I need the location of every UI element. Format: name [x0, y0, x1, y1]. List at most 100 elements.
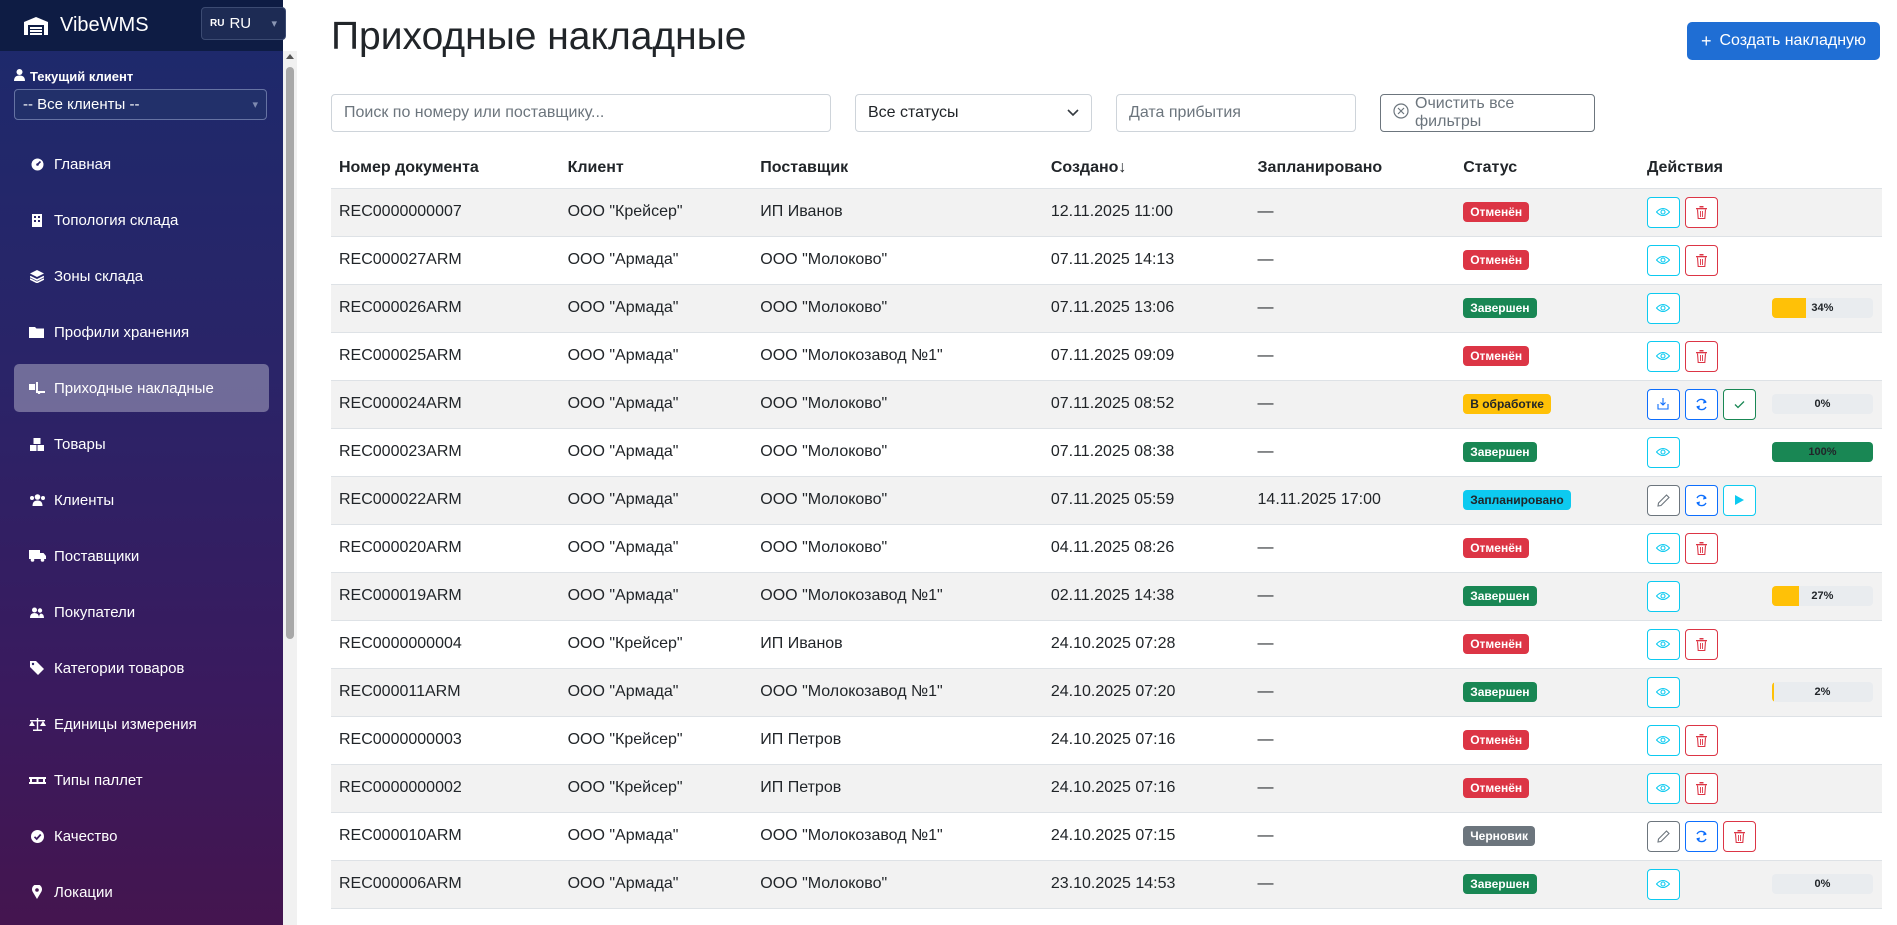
- view-button[interactable]: [1646, 340, 1680, 372]
- cell-status: Отменён: [1455, 236, 1639, 285]
- table-row[interactable]: REC0000000002 ООО "Крейсер" ИП Петров 24.10…: [331, 764, 1882, 813]
- view-button[interactable]: [1646, 868, 1680, 900]
- progress-bar: 2%: [1771, 682, 1873, 702]
- sidebar-item-5[interactable]: Товары: [14, 420, 269, 468]
- sidebar-item-11[interactable]: Типы паллет: [14, 756, 269, 804]
- cell-created: 24.10.2025 07:16: [1042, 716, 1250, 765]
- building-icon: [28, 213, 46, 227]
- cell-client: ООО "Крейсер": [559, 716, 753, 765]
- view-button[interactable]: [1646, 244, 1680, 276]
- cell-status: Отменён: [1455, 188, 1639, 237]
- table-row[interactable]: REC0000000004 ООО "Крейсер" ИП Иванов 24.10…: [331, 620, 1882, 669]
- sidebar-item-7[interactable]: Поставщики: [14, 532, 269, 580]
- status-filter-select[interactable]: Все статусы: [855, 94, 1092, 132]
- delete-button[interactable]: [1684, 628, 1718, 660]
- view-button[interactable]: [1646, 676, 1680, 708]
- table-row[interactable]: REC000011ARM ООО "Армада" ООО "Молокозавод…: [331, 668, 1882, 717]
- clear-filters-button[interactable]: Очистить все фильтры: [1380, 94, 1595, 132]
- cell-number: REC000026ARM: [331, 284, 560, 333]
- cell-created: 07.11.2025 13:06: [1042, 284, 1250, 333]
- cell-actions: [1638, 524, 1764, 573]
- sync-button[interactable]: [1684, 820, 1718, 852]
- sidebar-item-6[interactable]: Клиенты: [14, 476, 269, 524]
- col-header-client[interactable]: Клиент: [559, 148, 753, 189]
- sync-button[interactable]: [1684, 388, 1718, 420]
- table-row[interactable]: REC0000000007 ООО "Крейсер" ИП Иванов 12.11…: [331, 188, 1882, 237]
- cell-number: REC000011ARM: [331, 668, 560, 717]
- table-row[interactable]: REC000022ARM ООО "Армада" ООО "Молоково" 07…: [331, 476, 1882, 525]
- boxes-icon: [28, 437, 46, 451]
- delete-button[interactable]: [1684, 772, 1718, 804]
- view-button[interactable]: [1646, 772, 1680, 804]
- col-header-planned[interactable]: Запланировано: [1249, 148, 1456, 189]
- status-badge: Завершен: [1463, 586, 1537, 606]
- sidebar-item-4[interactable]: Приходные накладные: [14, 364, 269, 412]
- scrollbar-thumb[interactable]: [286, 67, 294, 639]
- edit-button[interactable]: [1646, 484, 1680, 516]
- cell-number: REC0000000007: [331, 188, 560, 237]
- table-row[interactable]: REC000020ARM ООО "Армада" ООО "Молоково" 04…: [331, 524, 1882, 573]
- col-header-status[interactable]: Статус: [1455, 148, 1639, 189]
- delete-button[interactable]: [1684, 244, 1718, 276]
- confirm-button[interactable]: [1722, 388, 1756, 420]
- delete-button[interactable]: [1684, 196, 1718, 228]
- receive-button[interactable]: [1646, 388, 1680, 420]
- view-button[interactable]: [1646, 628, 1680, 660]
- sidebar-item-8[interactable]: Покупатели: [14, 588, 269, 636]
- sidebar-item-9[interactable]: Категории товаров: [14, 644, 269, 692]
- cell-supplier: ООО "Молоково": [752, 860, 1043, 909]
- search-input[interactable]: Поиск по номеру или поставщику...: [331, 94, 831, 132]
- arrival-date-input[interactable]: Дата прибытия: [1116, 94, 1356, 132]
- create-receipt-button[interactable]: + Создать накладную: [1687, 22, 1880, 60]
- table-row[interactable]: REC000024ARM ООО "Армада" ООО "Молоково" 07…: [331, 380, 1882, 429]
- table-row[interactable]: REC0000000003 ООО "Крейсер" ИП Петров 24.10…: [331, 716, 1882, 765]
- cell-created: 07.11.2025 09:09: [1042, 332, 1250, 381]
- col-header-supplier[interactable]: Поставщик: [752, 148, 1043, 189]
- col-header-number[interactable]: Номер документа: [331, 148, 560, 189]
- plus-icon: +: [1700, 30, 1712, 51]
- sidebar-item-label: Категории товаров: [54, 659, 185, 677]
- sidebar-scrollbar[interactable]: [283, 51, 297, 925]
- view-button[interactable]: [1646, 196, 1680, 228]
- view-button[interactable]: [1646, 724, 1680, 756]
- language-select[interactable]: RU RU ▾: [201, 7, 286, 40]
- table-row[interactable]: REC000006ARM ООО "Армада" ООО "Молоково" 23…: [331, 860, 1882, 909]
- table-row[interactable]: REC000010ARM ООО "Армада" ООО "Молокозавод…: [331, 812, 1882, 861]
- table-row[interactable]: REC000026ARM ООО "Армада" ООО "Молоково" 07…: [331, 284, 1882, 333]
- cell-number: REC000027ARM: [331, 236, 560, 285]
- row-actions: [1646, 484, 1756, 516]
- scroll-up-arrow-icon[interactable]: [286, 54, 294, 59]
- start-button[interactable]: [1722, 484, 1756, 516]
- sidebar-item-13[interactable]: Локации: [14, 868, 269, 916]
- play-icon: [1734, 495, 1744, 505]
- table-row[interactable]: REC000019ARM ООО "Армада" ООО "Молокозавод…: [331, 572, 1882, 621]
- trash-icon: [1695, 253, 1707, 267]
- table-row[interactable]: REC000025ARM ООО "Армада" ООО "Молокозавод…: [331, 332, 1882, 381]
- table-header-row: Номер документа Клиент Поставщик Создано…: [331, 148, 1882, 189]
- table-row[interactable]: REC000023ARM ООО "Армада" ООО "Молоково" 07…: [331, 428, 1882, 477]
- view-button[interactable]: [1646, 532, 1680, 564]
- delete-button[interactable]: [1684, 340, 1718, 372]
- view-button[interactable]: [1646, 292, 1680, 324]
- sync-button[interactable]: [1684, 484, 1718, 516]
- sidebar-item-2[interactable]: Зоны склада: [14, 252, 269, 300]
- view-button[interactable]: [1646, 436, 1680, 468]
- delete-button[interactable]: [1684, 724, 1718, 756]
- table-row[interactable]: REC000027ARM ООО "Армада" ООО "Молоково" 07…: [331, 236, 1882, 285]
- view-button[interactable]: [1646, 580, 1680, 612]
- client-select[interactable]: -- Все клиенты -- ▾: [14, 89, 267, 120]
- cell-supplier: ООО "Молокозавод №1": [752, 332, 1043, 381]
- row-actions: [1646, 292, 1756, 324]
- sidebar-item-3[interactable]: Профили хранения: [14, 308, 269, 356]
- delete-button[interactable]: [1722, 820, 1756, 852]
- sidebar-item-12[interactable]: Качество: [14, 812, 269, 860]
- delete-button[interactable]: [1684, 532, 1718, 564]
- edit-button[interactable]: [1646, 820, 1680, 852]
- sidebar-item-0[interactable]: Главная: [14, 140, 269, 188]
- col-header-created[interactable]: Создано↓: [1042, 148, 1250, 189]
- cell-progress: [1763, 188, 1882, 237]
- sidebar-item-10[interactable]: Единицы измерения: [14, 700, 269, 748]
- brand[interactable]: VibeWMS: [24, 14, 149, 37]
- sidebar-item-1[interactable]: Топология склада: [14, 196, 269, 244]
- sidebar-item-label: Типы паллет: [54, 771, 143, 789]
